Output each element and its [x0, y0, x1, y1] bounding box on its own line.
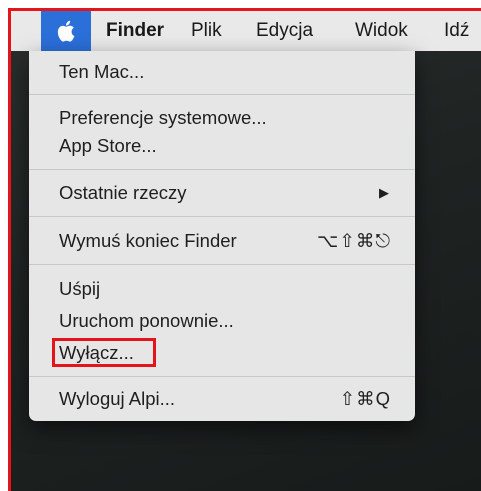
submenu-arrow-icon: ▶	[379, 185, 389, 200]
menu-item-force-quit[interactable]: Wymuś koniec Finder ⌥⇧⌘⎋	[29, 227, 415, 255]
menu-item-label: Ostatnie rzeczy	[59, 182, 187, 203]
shutdown-highlight-box	[52, 338, 156, 367]
apple-logo-icon	[57, 20, 75, 42]
menu-item-label: Uruchom ponownie...	[59, 310, 234, 331]
highlight-border-top	[8, 8, 481, 11]
menu-edycja[interactable]: Edycja	[256, 11, 313, 51]
menu-separator	[29, 376, 415, 377]
menu-item-about[interactable]: Ten Mac...	[29, 58, 415, 86]
menu-item-system-preferences[interactable]: Preferencje systemowe...	[29, 104, 415, 132]
menu-item-app-store[interactable]: App Store...	[29, 132, 415, 160]
menu-item-logout[interactable]: Wyloguj Alpi... ⇧⌘Q	[29, 385, 415, 413]
menu-item-label: Ten Mac...	[59, 61, 145, 82]
menu-separator	[29, 169, 415, 170]
menu-separator	[29, 216, 415, 217]
menu-finder[interactable]: Finder	[106, 11, 164, 51]
menu-item-label: Uśpij	[59, 278, 101, 299]
menu-item-label: Wymuś koniec Finder	[59, 230, 237, 251]
menu-separator	[29, 264, 415, 265]
menu-item-label: Preferencje systemowe...	[59, 107, 267, 128]
menu-item-recent-items[interactable]: Ostatnie rzeczy ▶	[29, 179, 415, 207]
menu-item-sleep[interactable]: Uśpij	[29, 275, 415, 303]
menu-separator	[29, 94, 415, 95]
keyboard-shortcut: ⌥⇧⌘⎋	[317, 230, 391, 251]
highlight-border-left	[8, 8, 11, 491]
menu-bar: Finder Plik Edycja Widok Idź	[11, 11, 481, 51]
keyboard-shortcut: ⇧⌘Q	[339, 388, 391, 409]
menu-plik[interactable]: Plik	[191, 11, 222, 51]
apple-menu-dropdown: Ten Mac... Preferencje systemowe... App …	[29, 51, 415, 421]
menu-idz[interactable]: Idź	[444, 11, 469, 51]
menu-item-restart[interactable]: Uruchom ponownie...	[29, 307, 415, 335]
menu-item-label: App Store...	[59, 135, 157, 156]
apple-menu-button[interactable]	[41, 11, 91, 51]
menu-widok[interactable]: Widok	[355, 11, 408, 51]
menu-item-label: Wyloguj Alpi...	[59, 388, 176, 409]
